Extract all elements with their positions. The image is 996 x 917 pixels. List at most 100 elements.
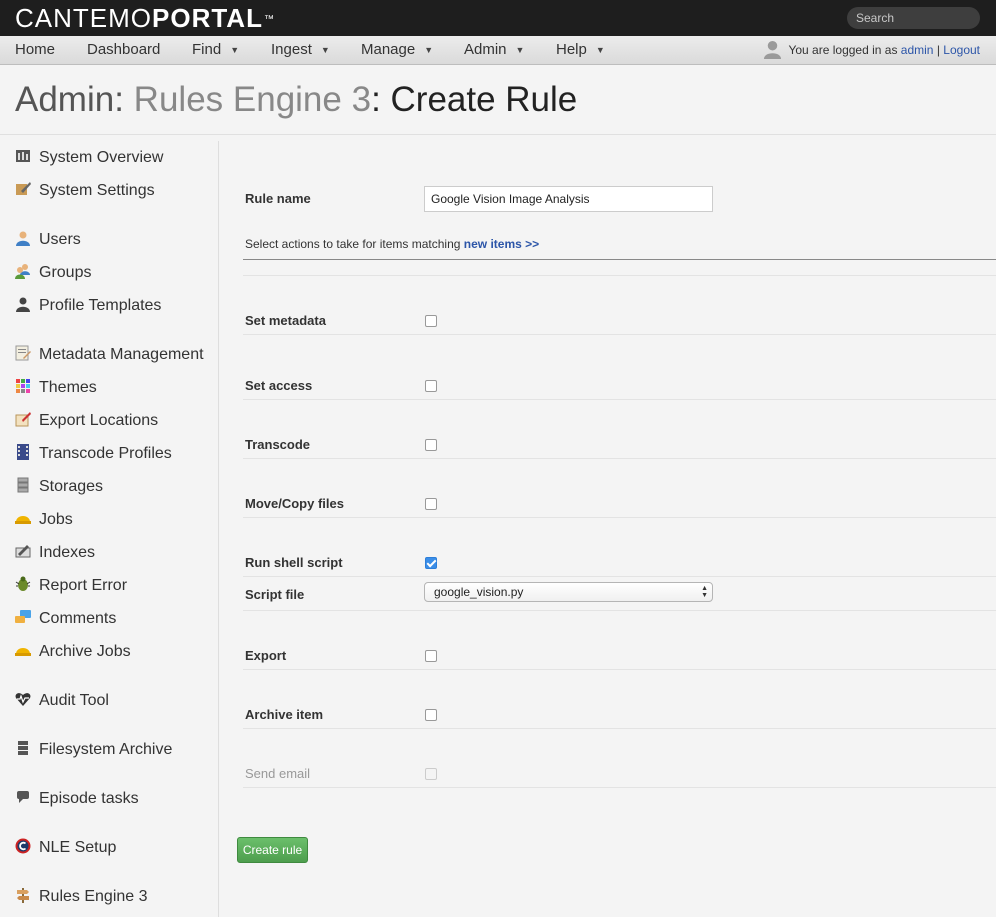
transcode-label: Transcode [245,437,311,452]
move-copy-files-checkbox[interactable] [425,498,437,510]
hardhat-icon [15,647,31,656]
export-label: Export [245,648,287,663]
sidebar-item-themes[interactable]: Themes [15,376,97,400]
sidebar-item-system-settings[interactable]: System Settings [15,179,155,203]
signpost-icon [17,887,29,903]
user-avatar-icon [764,41,782,60]
system-settings-icon [16,181,31,195]
nav-help-dropdown[interactable]: Help ▼ [556,36,605,65]
hint-text: Select actions to take for items matchin… [245,237,461,251]
sidebar-item-label: Episode tasks [39,790,139,807]
hardhat-icon [15,515,31,524]
sidebar-item-metadata-management[interactable]: Metadata Management [15,343,204,367]
nav-home[interactable]: Home [15,36,55,65]
main-nav-bar: Home Dashboard Find ▼ Ingest ▼ Manage ▼ Adm… [0,36,996,65]
sidebar-item-rules-engine-3[interactable]: Rules Engine 3 [15,885,148,909]
sidebar-item-label: Users [39,231,81,248]
transcode-checkbox[interactable] [425,439,437,451]
divider [243,334,996,335]
title-current: : Create Rule [371,80,578,119]
nav-label: Admin [464,41,507,58]
sidebar-item-system-overview[interactable]: System Overview [15,146,163,170]
run-shell-script-label: Run shell script [245,555,343,570]
themes-icon [16,378,30,393]
nav-dashboard[interactable]: Dashboard [87,36,160,65]
sidebar-item-export-locations[interactable]: Export Locations [15,409,158,433]
sidebar-item-label: Rules Engine 3 [39,888,148,905]
comments-icon [15,609,31,623]
cantemo-portal-logo[interactable]: CANTEMOPORTAL™ [15,3,275,33]
sidebar-item-filesystem-archive[interactable]: Filesystem Archive [15,738,172,762]
film-icon [17,443,29,460]
set-metadata-label: Set metadata [245,313,326,328]
sidebar-item-episode-tasks[interactable]: Episode tasks [15,787,139,811]
user-icon [16,231,30,246]
caret-down-icon: ▼ [595,45,605,55]
new-items-link[interactable]: new items >> [464,237,539,251]
nav-find-dropdown[interactable]: Find ▼ [192,36,239,65]
nav-ingest-dropdown[interactable]: Ingest ▼ [271,36,330,65]
bug-icon [15,576,31,591]
divider [243,787,996,788]
profile-icon [16,297,30,312]
index-icon [15,544,31,558]
sidebar-item-label: Export Locations [39,412,159,429]
sidebar-item-indexes[interactable]: Indexes [15,541,95,565]
divider [243,275,996,276]
archive-item-label: Archive item [245,707,324,722]
top-bar: CANTEMOPORTAL™ [0,0,996,36]
sidebar-item-audit-tool[interactable]: Audit Tool [15,689,109,713]
send-email-checkbox [425,768,437,780]
sidebar-item-comments[interactable]: Comments [15,607,116,631]
logged-in-text: You are logged in as [788,43,898,57]
caret-down-icon: ▼ [230,45,240,55]
run-shell-script-checkbox[interactable] [425,557,437,569]
export-icon [15,411,31,427]
sidebar-item-label: Profile Templates [39,297,162,314]
set-metadata-checkbox[interactable] [425,315,437,327]
metadata-icon [15,345,31,361]
user-info: You are logged in as admin | Logout [763,36,980,65]
sidebar-item-users[interactable]: Users [15,228,81,252]
sidebar-item-transcode-profiles[interactable]: Transcode Profiles [15,442,172,466]
sidebar-item-nle-setup[interactable]: NLE Setup [15,836,116,860]
create-rule-button[interactable]: Create rule [237,837,308,863]
page-title: Admin: Rules Engine 3: Create Rule [15,80,577,120]
script-file-select[interactable]: google_vision.py ▲ ▼ [424,582,713,602]
export-checkbox[interactable] [425,650,437,662]
caret-down-icon: ▼ [515,45,525,55]
sidebar-item-label: Audit Tool [39,692,109,709]
divider [243,458,996,459]
sidebar-item-archive-jobs[interactable]: Archive Jobs [15,640,131,664]
search-input[interactable] [847,7,980,29]
divider [243,517,996,518]
sidebar-item-groups[interactable]: Groups [15,261,91,285]
divider [0,134,996,135]
divider [243,669,996,670]
logo-text-bold: PORTAL [152,3,263,33]
select-value: google_vision.py [434,585,524,599]
archive-item-checkbox[interactable] [425,709,437,721]
divider [243,576,996,577]
divider [243,610,996,611]
sidebar-item-label: Report Error [39,577,128,594]
set-access-checkbox[interactable] [425,380,437,392]
nav-label: Ingest [271,41,312,58]
username-link[interactable]: admin [901,43,934,57]
heartbeat-icon [15,692,31,706]
sidebar-item-label: System Overview [39,149,164,166]
title-breadcrumb-link[interactable]: Rules Engine 3 [134,80,371,119]
rule-name-input[interactable] [424,186,713,212]
nav-manage-dropdown[interactable]: Manage ▼ [361,36,433,65]
sidebar-item-label: NLE Setup [39,839,117,856]
sidebar-item-jobs[interactable]: Jobs [15,508,73,532]
logo-text-thin: CANTEMO [15,3,152,33]
sidebar-item-storages[interactable]: Storages [15,475,103,499]
set-access-label: Set access [245,378,313,393]
nav-admin-dropdown[interactable]: Admin ▼ [464,36,524,65]
sidebar-item-report-error[interactable]: Report Error [15,574,127,598]
sidebar-item-label: Comments [39,610,117,627]
sidebar-item-label: System Settings [39,182,155,199]
logout-link[interactable]: Logout [943,43,980,57]
sidebar-item-profile-templates[interactable]: Profile Templates [15,294,161,318]
